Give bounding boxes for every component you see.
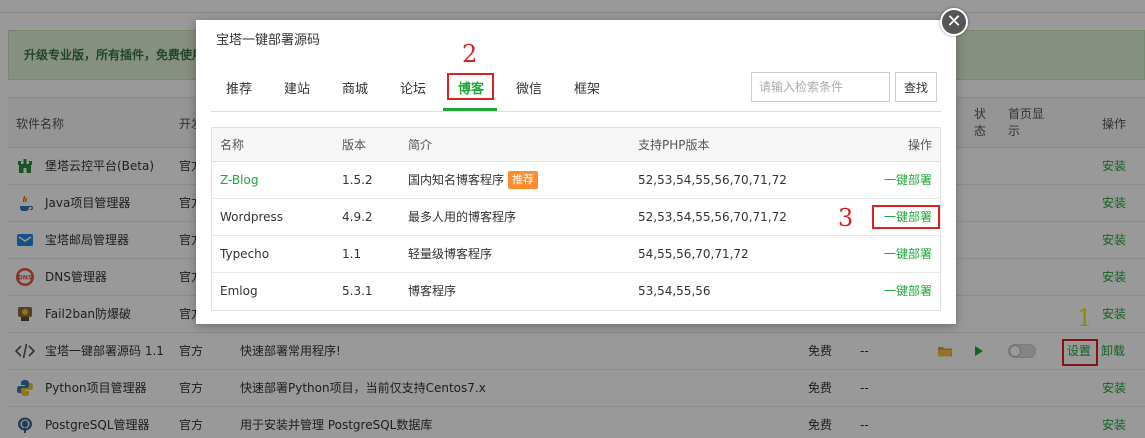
header-version: 版本	[342, 138, 367, 152]
source-desc: 最多人用的博客程序	[408, 210, 517, 224]
deploy-source-modal: 宝塔一键部署源码 推荐 建站 商城 论坛 博客 微信 框架 查找 名称 版本 简…	[196, 20, 956, 324]
source-php: 52,53,54,55,56,70,71,72	[638, 173, 787, 187]
tab-website[interactable]: 建站	[284, 78, 310, 97]
deploy-button[interactable]: 一键部署	[884, 236, 932, 272]
table-row: Typecho 1.1 轻量级博客程序 54,55,56,70,71,72 一键…	[212, 236, 940, 273]
header-desc: 简介	[408, 138, 433, 152]
annotation-step-2: 2	[462, 40, 478, 68]
deploy-button[interactable]: 一键部署	[884, 273, 932, 309]
active-tab-indicator	[443, 108, 497, 111]
tab-mall[interactable]: 商城	[342, 78, 368, 97]
annotation-step-3: 3	[838, 204, 854, 232]
source-table-header: 名称 版本 简介 支持PHP版本 操作	[212, 128, 940, 162]
search-button[interactable]: 查找	[895, 72, 937, 102]
source-php: 52,53,54,55,56,70,71,72	[638, 210, 787, 224]
source-table: 名称 版本 简介 支持PHP版本 操作 Z-Blog 1.5.2 国内知名博客程…	[211, 127, 941, 311]
close-icon[interactable]: ✕	[940, 8, 968, 36]
table-row: Z-Blog 1.5.2 国内知名博客程序 推荐 52,53,54,55,56,7…	[212, 162, 940, 199]
header-op: 操作	[907, 138, 932, 152]
source-name: Wordpress	[220, 210, 284, 224]
table-row: Wordpress 4.9.2 最多人用的博客程序 52,53,54,55,56…	[212, 199, 940, 236]
source-desc: 博客程序	[408, 284, 457, 298]
modal-title: 宝塔一键部署源码	[196, 20, 956, 62]
source-php: 54,55,56,70,71,72	[638, 247, 749, 261]
search-input[interactable]	[751, 72, 890, 102]
annotation-box-blog-tab	[447, 73, 494, 100]
source-name-link[interactable]: Z-Blog	[220, 162, 258, 198]
source-desc: 国内知名博客程序 推荐	[408, 162, 539, 198]
tab-recommend[interactable]: 推荐	[226, 78, 252, 97]
source-version: 4.9.2	[342, 210, 373, 224]
source-desc: 轻量级博客程序	[408, 247, 493, 261]
header-name: 名称	[220, 138, 245, 152]
source-version: 5.3.1	[342, 284, 373, 298]
table-row: Emlog 5.3.1 博客程序 53,54,55,56 一键部署	[212, 273, 940, 310]
source-name: Emlog	[220, 284, 258, 298]
source-name: Typecho	[220, 247, 270, 261]
tab-forum[interactable]: 论坛	[400, 78, 426, 97]
tab-wechat[interactable]: 微信	[516, 78, 542, 97]
source-php: 53,54,55,56	[638, 284, 711, 298]
recommend-badge: 推荐	[508, 170, 539, 189]
tab-framework[interactable]: 框架	[574, 78, 600, 97]
source-version: 1.1	[342, 247, 362, 261]
deploy-button[interactable]: 一键部署	[884, 162, 932, 198]
annotation-box-deploy	[872, 205, 940, 229]
header-php: 支持PHP版本	[638, 138, 710, 152]
source-version: 1.5.2	[342, 173, 373, 187]
